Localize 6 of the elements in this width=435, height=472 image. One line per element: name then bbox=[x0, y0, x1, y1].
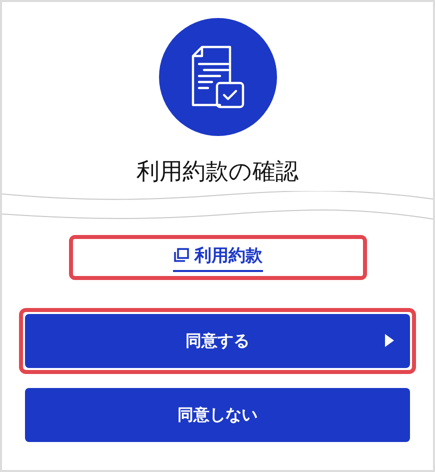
action-button[interactable]: 同意しない bbox=[25, 388, 410, 442]
terms-link[interactable]: 利用約款 bbox=[172, 244, 262, 272]
action-button[interactable]: 同意する bbox=[25, 314, 410, 368]
external-window-icon bbox=[172, 248, 188, 262]
document-check-icon bbox=[190, 45, 246, 109]
page-title: 利用約款の確認 bbox=[136, 158, 298, 187]
